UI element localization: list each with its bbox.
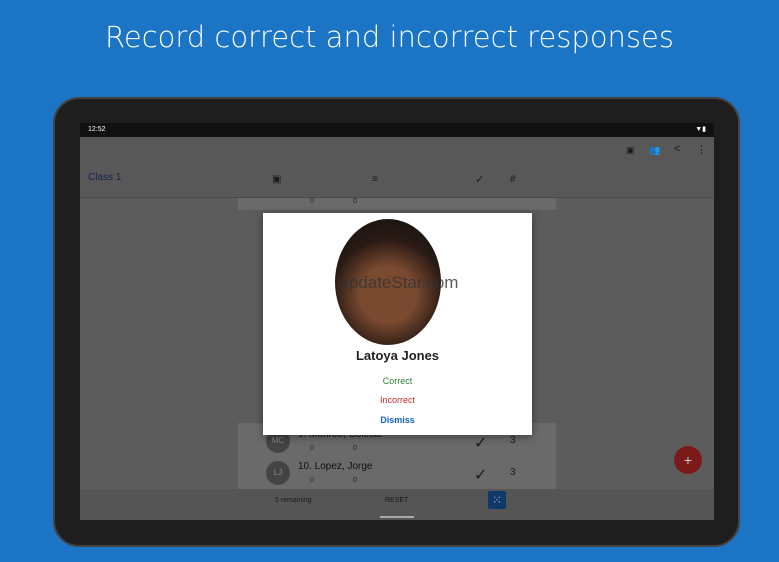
table-row[interactable]: 0 0 [238,198,556,211]
correct-button[interactable]: Correct [263,376,532,386]
count-column-header[interactable]: # [510,174,516,185]
avatar: LJ [266,461,290,485]
status-bar: 12:52 ▼▮ [80,123,714,137]
dismiss-button[interactable]: Dismiss [263,415,532,425]
watermark: UpdateStar.com [336,273,459,292]
share-icon[interactable]: < [674,143,680,155]
random-dice-button[interactable]: ⁙ [488,491,506,509]
check-icon[interactable]: ✓ [474,465,487,485]
response-dialog: UpdateStar.com Latoya Jones Correct Inco… [263,213,532,435]
correct-count: 0 [310,198,314,205]
sort-icon[interactable]: ≡ [372,174,378,185]
group-icon[interactable]: 👥 [649,145,660,156]
more-icon[interactable]: ⋮ [696,143,707,156]
nav-handle [380,516,414,518]
app-bar: ▣ 👥 < ⋮ Class 1 ▣ ≡ ✓ # [80,137,714,198]
remaining-label: 5 remaining [275,497,312,504]
add-fab[interactable]: + [674,446,702,474]
bottom-bar: 5 remaining RESET ⁙ [80,489,714,520]
check-icon[interactable]: ✓ [474,433,487,453]
student-name: Latoya Jones [355,348,440,363]
status-time: 12:52 [88,126,106,133]
response-count: 3 [510,435,516,446]
response-count: 3 [510,467,516,478]
check-column-header[interactable]: ✓ [475,173,484,186]
incorrect-count: 0 [353,445,357,452]
incorrect-button[interactable]: Incorrect [263,395,532,405]
app-screen: 12:52 ▼▮ ▣ 👥 < ⋮ Class 1 ▣ ≡ ✓ # 0 0 MC … [80,123,714,520]
correct-count: 0 [310,445,314,452]
incorrect-count: 0 [353,198,357,205]
correct-count: 0 [310,477,314,484]
reset-button[interactable]: RESET [385,497,408,504]
image-icon[interactable]: ▣ [272,174,281,185]
wifi-battery-icon: ▼▮ [695,126,706,133]
student-name: 10. Lopez, Jorge [298,461,373,472]
pdf-icon[interactable]: ▣ [626,145,635,156]
headline: Record correct and incorrect responses [105,20,674,54]
class-tab[interactable]: Class 1 [88,172,121,183]
incorrect-count: 0 [353,477,357,484]
